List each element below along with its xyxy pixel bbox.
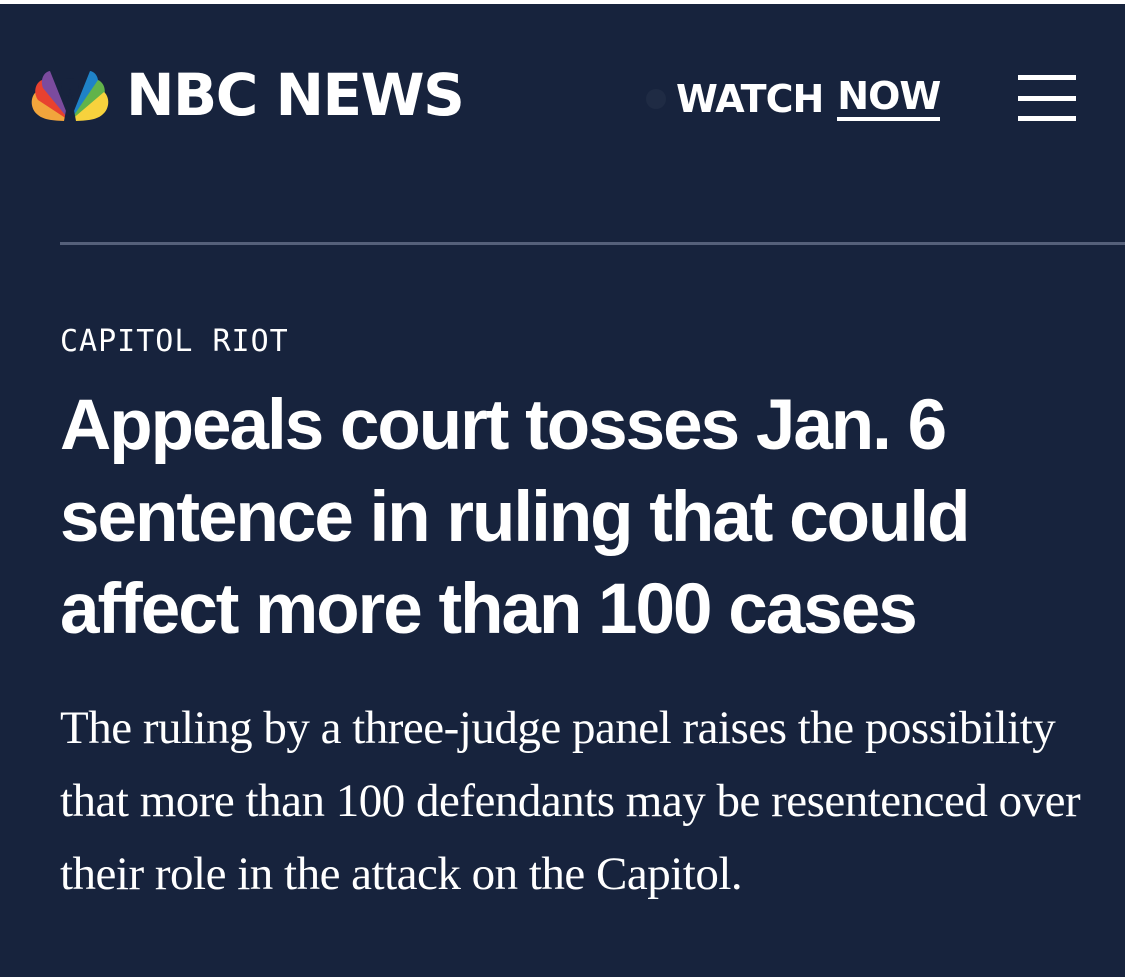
watch-label: WATCH: [676, 77, 824, 121]
hamburger-menu-button[interactable]: [1018, 71, 1078, 123]
hamburger-menu-icon: [1018, 75, 1076, 121]
nbc-peacock-icon: [31, 71, 109, 121]
brand-wordmark: NBC NEWS: [126, 61, 465, 129]
article-headline: Appeals court tosses Jan. 6 sentence in …: [60, 386, 970, 649]
page: NBC NEWS WATCH NOW CAPITOL RIOT Appeals …: [0, 0, 1125, 977]
now-label: NOW: [837, 77, 941, 121]
nbc-news-logo[interactable]: NBC NEWS: [28, 61, 465, 129]
article-dek: The ruling by a three-judge panel raises…: [60, 702, 1081, 900]
live-indicator-icon: [646, 89, 666, 109]
header-divider: [60, 242, 1125, 245]
watch-now-link[interactable]: WATCH NOW: [646, 77, 941, 121]
site-header: NBC NEWS WATCH NOW: [0, 4, 1125, 189]
category-link[interactable]: CAPITOL RIOT: [60, 324, 289, 360]
article-panel: NBC NEWS WATCH NOW CAPITOL RIOT Appeals …: [0, 4, 1125, 977]
